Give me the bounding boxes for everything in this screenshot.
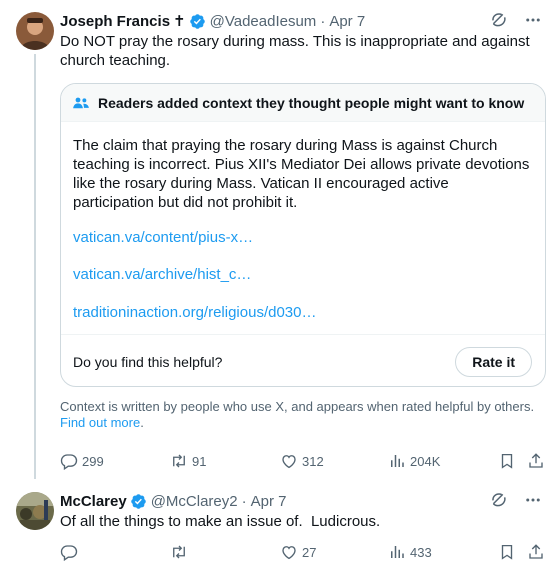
tweet-mcclarey[interactable]: McClarey @McClarey2 · Apr 7 Of all the t… <box>0 480 560 575</box>
separator: · <box>241 492 247 510</box>
share-button[interactable] <box>527 451 545 471</box>
like-count: 312 <box>302 453 324 469</box>
like-button[interactable]: 312 <box>280 451 324 471</box>
reply-button[interactable]: 299 <box>60 451 104 471</box>
community-note-body: The claim that praying the rosary during… <box>73 137 530 211</box>
reply-button[interactable] <box>60 542 82 562</box>
repost-icon <box>170 452 188 470</box>
like-count: 27 <box>302 544 317 560</box>
tweet-actions: 299 91 312 204K <box>60 451 546 471</box>
views-button[interactable]: 433 <box>388 542 432 562</box>
repost-button[interactable]: 91 <box>170 451 206 471</box>
reply-count: 299 <box>82 453 104 469</box>
views-count: 433 <box>410 544 432 560</box>
avatar-mcclarey[interactable] <box>16 492 54 530</box>
helpful-question: Do you find this helpful? <box>73 353 223 370</box>
reply-icon <box>60 543 78 561</box>
like-icon <box>280 452 298 470</box>
views-icon <box>388 452 406 470</box>
display-name[interactable]: Joseph Francis <box>60 13 170 30</box>
timestamp[interactable]: Apr 7 <box>329 13 365 30</box>
thread-line <box>34 54 36 479</box>
like-button[interactable]: 27 <box>280 542 316 562</box>
verified-badge-icon <box>130 493 147 510</box>
people-icon <box>72 94 90 112</box>
note-link-3[interactable]: traditioninaction.org/religious/d030… <box>73 304 316 321</box>
views-icon <box>388 543 406 561</box>
note-link-1[interactable]: vatican.va/content/pius-x… <box>73 229 253 246</box>
share-button[interactable] <box>527 542 545 562</box>
community-note-header: Readers added context they thought peopl… <box>61 84 545 122</box>
like-icon <box>280 543 298 561</box>
timestamp[interactable]: Apr 7 <box>251 493 287 510</box>
share-icon <box>527 452 545 470</box>
bookmark-icon <box>498 452 516 470</box>
tweet-text: Do NOT pray the rosary during mass. This… <box>60 33 530 69</box>
community-note-title: Readers added context they thought peopl… <box>98 94 525 111</box>
repost-icon <box>170 543 188 561</box>
find-out-more-link[interactable]: Find out more <box>60 415 140 430</box>
tweet-header: Joseph Francis ✝ @VadeadIesum · Apr 7 <box>60 11 365 31</box>
more-icon[interactable] <box>524 491 542 509</box>
tweet-top-icons <box>490 11 542 29</box>
bookmark-icon <box>498 543 516 561</box>
bookmark-button[interactable] <box>498 451 516 471</box>
tweet-joseph-francis[interactable]: Joseph Francis ✝ @VadeadIesum · Apr 7 Do… <box>0 0 560 480</box>
context-text: Context is written by people who use X, … <box>60 399 535 414</box>
repost-count: 91 <box>192 453 207 469</box>
name-cross-glyph: ✝ <box>173 13 186 30</box>
tweet-header: McClarey @McClarey2 · Apr 7 <box>60 491 286 511</box>
grok-icon[interactable] <box>490 491 508 509</box>
community-note: Readers added context they thought peopl… <box>60 83 546 387</box>
views-button[interactable]: 204K <box>388 451 440 471</box>
reply-icon <box>60 452 78 470</box>
context-end: . <box>140 415 144 430</box>
bookmark-button[interactable] <box>498 542 516 562</box>
tweet-text: Of all the things to make an issue of. L… <box>60 513 381 530</box>
display-name[interactable]: McClarey <box>60 493 127 510</box>
avatar-joseph-francis[interactable] <box>16 12 54 50</box>
rate-it-button[interactable]: Rate it <box>455 346 532 377</box>
more-icon[interactable] <box>524 11 542 29</box>
verified-badge-icon <box>189 13 206 30</box>
handle[interactable]: @VadeadIesum <box>210 13 317 30</box>
separator: · <box>320 12 326 30</box>
note-link-2[interactable]: vatican.va/archive/hist_c… <box>73 266 251 283</box>
grok-icon[interactable] <box>490 11 508 29</box>
share-icon <box>527 543 545 561</box>
views-count: 204K <box>410 453 441 469</box>
repost-button[interactable] <box>170 542 192 562</box>
community-note-footer: Do you find this helpful? Rate it <box>61 334 545 386</box>
tweet-actions: 27 433 <box>60 542 546 562</box>
handle[interactable]: @McClarey2 <box>151 493 238 510</box>
tweet-top-icons <box>490 491 542 509</box>
context-disclaimer: Context is written by people who use X, … <box>60 399 540 431</box>
